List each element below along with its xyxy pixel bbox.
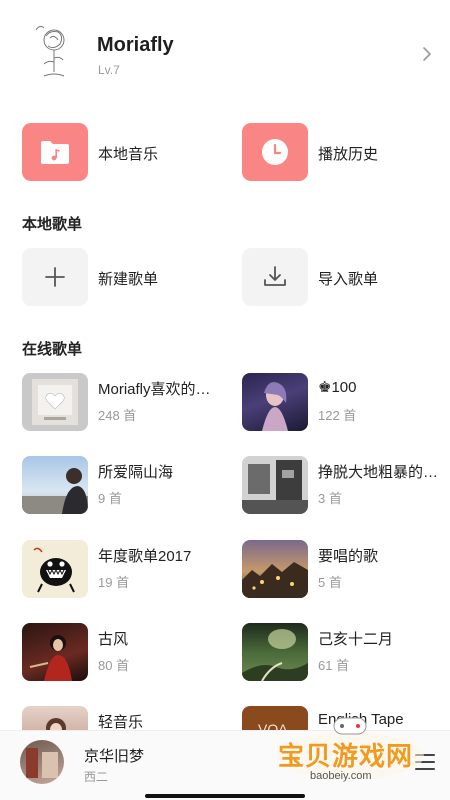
playlist-name: Moriafly喜欢的音乐 [98, 381, 223, 398]
chevron-right-icon[interactable] [420, 46, 434, 62]
online-playlists-heading: 在线歌单 [22, 341, 83, 358]
local-music-button[interactable]: 本地音乐 [22, 123, 222, 181]
playlist-item[interactable]: Moriafly喜欢的音乐 248 首 [22, 373, 227, 433]
watermark: 宝贝游戏网 baobeiy.com [270, 712, 430, 782]
playlist-cover [22, 623, 88, 681]
play-history-tile [242, 123, 308, 181]
new-playlist-tile [22, 248, 88, 306]
new-playlist-label: 新建歌单 [98, 271, 159, 288]
watermark-url: baobeiy.com [310, 770, 372, 782]
watermark-text: 宝贝游戏网 [278, 741, 414, 771]
user-level: Lv.7 [98, 63, 120, 77]
playlist-name: 己亥十二月 [318, 631, 394, 648]
playlist-name: 所爱隔山海 [98, 464, 174, 481]
playlist-name: 年度歌单2017 [98, 548, 192, 565]
music-folder-icon [41, 141, 69, 164]
playlist-name: 古风 [98, 631, 129, 648]
home-indicator [145, 794, 305, 798]
now-playing-cover[interactable] [20, 740, 64, 784]
playlist-item[interactable]: 己亥十二月 61 首 [242, 623, 447, 683]
playlist-cover [242, 540, 308, 598]
local-music-tile [22, 123, 88, 181]
playlist-cover [242, 623, 308, 681]
plus-icon [45, 267, 65, 287]
import-playlist-button[interactable]: 导入歌单 [242, 248, 442, 306]
local-playlists-heading: 本地歌单 [22, 216, 83, 233]
playlist-count: 3 首 [318, 491, 342, 506]
playlist-item[interactable]: 年度歌单2017 19 首 [22, 540, 227, 600]
import-playlist-label: 导入歌单 [318, 271, 379, 288]
playlist-count: 61 首 [318, 658, 350, 673]
playlist-item[interactable]: 古风 80 首 [22, 623, 227, 683]
clock-icon [262, 139, 288, 165]
playlist-cover [22, 373, 88, 431]
now-playing-artist: 西二 [84, 770, 109, 784]
playlist-count: 248 首 [98, 408, 137, 423]
download-icon [264, 266, 286, 286]
new-playlist-button[interactable]: 新建歌单 [22, 248, 222, 306]
profile-header[interactable]: Moriafly Lv.7 [0, 0, 450, 110]
playlist-name: 轻音乐 [98, 714, 144, 731]
playlist-name: 挣脱大地粗暴的束缚 [318, 464, 443, 481]
playlist-count: 5 首 [318, 575, 342, 590]
playlist-name: ♚100 [318, 379, 357, 396]
playlist-count: 122 首 [318, 408, 357, 423]
playlist-cover [242, 373, 308, 431]
playlist-name: 要唱的歌 [318, 548, 379, 565]
playlist-cover [242, 456, 308, 514]
play-history-button[interactable]: 播放历史 [242, 123, 442, 181]
play-history-label: 播放历史 [318, 146, 379, 163]
local-music-label: 本地音乐 [98, 146, 159, 163]
playlist-cover [22, 540, 88, 598]
playlist-item[interactable]: 挣脱大地粗暴的束缚 3 首 [242, 456, 447, 516]
playlist-count: 19 首 [98, 575, 130, 590]
avatar[interactable] [30, 22, 78, 84]
username: Moriafly [97, 34, 174, 56]
playlist-cover [22, 456, 88, 514]
playlist-item[interactable]: 所爱隔山海 9 首 [22, 456, 227, 516]
now-playing-title: 京华旧梦 [84, 748, 145, 765]
import-playlist-tile [242, 248, 308, 306]
playlist-item[interactable]: 要唱的歌 5 首 [242, 540, 447, 600]
playlist-count: 9 首 [98, 491, 122, 506]
playlist-item[interactable]: ♚100 122 首 [242, 373, 447, 433]
playlist-count: 80 首 [98, 658, 130, 673]
